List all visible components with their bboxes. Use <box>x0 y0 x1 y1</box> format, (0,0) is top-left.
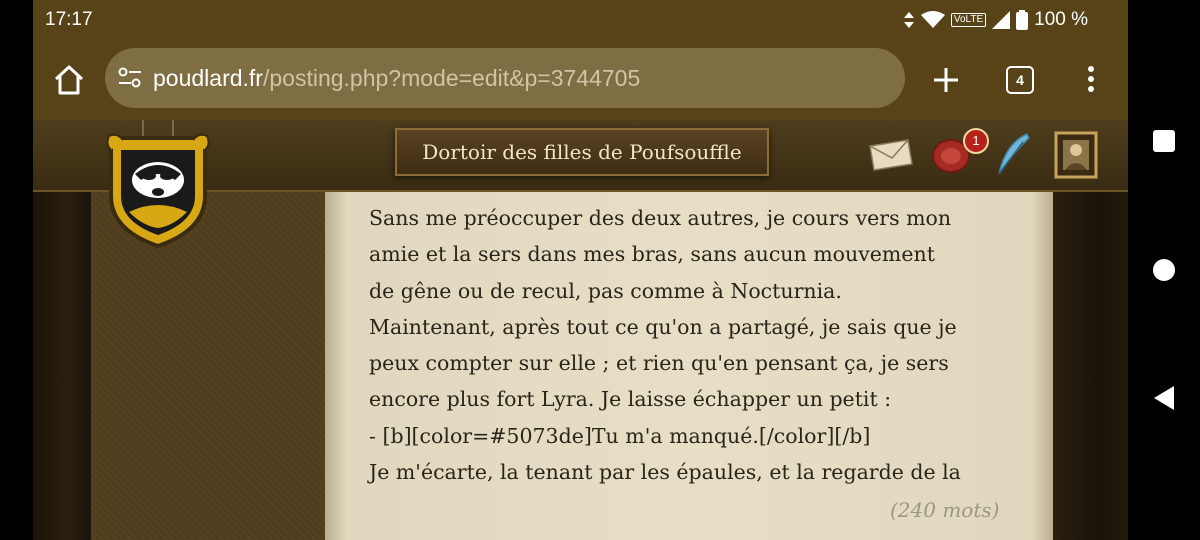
hufflepuff-crest-logo[interactable] <box>103 118 213 250</box>
post-content[interactable]: Sans me préoccuper des deux autres, je c… <box>369 200 1019 490</box>
url-path: /posting.php?mode=edit&p=3744705 <box>262 65 641 91</box>
quill-icon[interactable] <box>993 132 1033 178</box>
browser-toolbar: poudlard.fr/posting.php?mode=edit&p=3744… <box>33 40 1128 120</box>
post-line: amie et la sers dans mes bras, sans aucu… <box>369 242 935 267</box>
post-line: Je m'écarte, la tenant par les épaules, … <box>369 460 961 485</box>
home-nav-icon[interactable] <box>1153 259 1175 281</box>
status-icons: VoLTE 100 % <box>903 9 1088 31</box>
more-menu-icon[interactable] <box>1083 66 1099 96</box>
address-bar[interactable]: poudlard.fr/posting.php?mode=edit&p=3744… <box>105 48 905 108</box>
battery-icon <box>1016 10 1029 30</box>
post-line: Maintenant, après tout ce qu'on a partag… <box>369 314 957 339</box>
clock: 17:17 <box>45 9 93 30</box>
back-icon[interactable] <box>1152 385 1176 411</box>
left-frame <box>33 192 91 540</box>
post-line: - [b][color=#5073de]Tu m'a manqué.[/colo… <box>369 423 871 448</box>
home-icon[interactable] <box>53 62 85 98</box>
system-navigation-bar <box>1128 0 1200 540</box>
envelope-icon[interactable] <box>868 138 914 172</box>
status-bar: 17:17 VoLTE 100 % <box>33 0 1128 40</box>
post-line: encore plus fort Lyra. Je laisse échappe… <box>369 387 892 412</box>
post-line: de gêne ou de recul, pas comme à Nocturn… <box>369 278 842 303</box>
post-line: Sans me préoccuper des deux autres, je c… <box>369 206 952 230</box>
house-title[interactable]: Dortoir des filles de Poufsouffle <box>395 128 769 176</box>
post-line: peux compter sur elle ; et rien qu'en pe… <box>369 351 949 376</box>
tab-switcher-button[interactable]: 4 <box>1006 66 1034 94</box>
notification-badge: 1 <box>963 128 989 154</box>
url-host: poudlard.fr <box>153 65 263 91</box>
battery-level: 100 % <box>1034 9 1088 30</box>
signal-icon <box>992 11 1011 29</box>
rotate-icon <box>903 12 914 28</box>
volte-indicator: VoLTE <box>950 13 987 27</box>
portrait-icon[interactable] <box>1053 130 1099 180</box>
word-count: (240 mots) <box>890 498 1000 522</box>
right-frame <box>1053 192 1128 540</box>
wifi-icon <box>920 11 945 28</box>
site-settings-icon[interactable] <box>117 66 143 90</box>
browser-viewport: 17:17 VoLTE 100 % poudlard.fr/posting.ph… <box>33 0 1128 540</box>
new-tab-icon[interactable] <box>930 64 962 96</box>
post-parchment: Sans me préoccuper des deux autres, je c… <box>325 192 1053 540</box>
url-text[interactable]: poudlard.fr/posting.php?mode=edit&p=3744… <box>153 65 640 92</box>
recents-icon[interactable] <box>1153 130 1175 152</box>
